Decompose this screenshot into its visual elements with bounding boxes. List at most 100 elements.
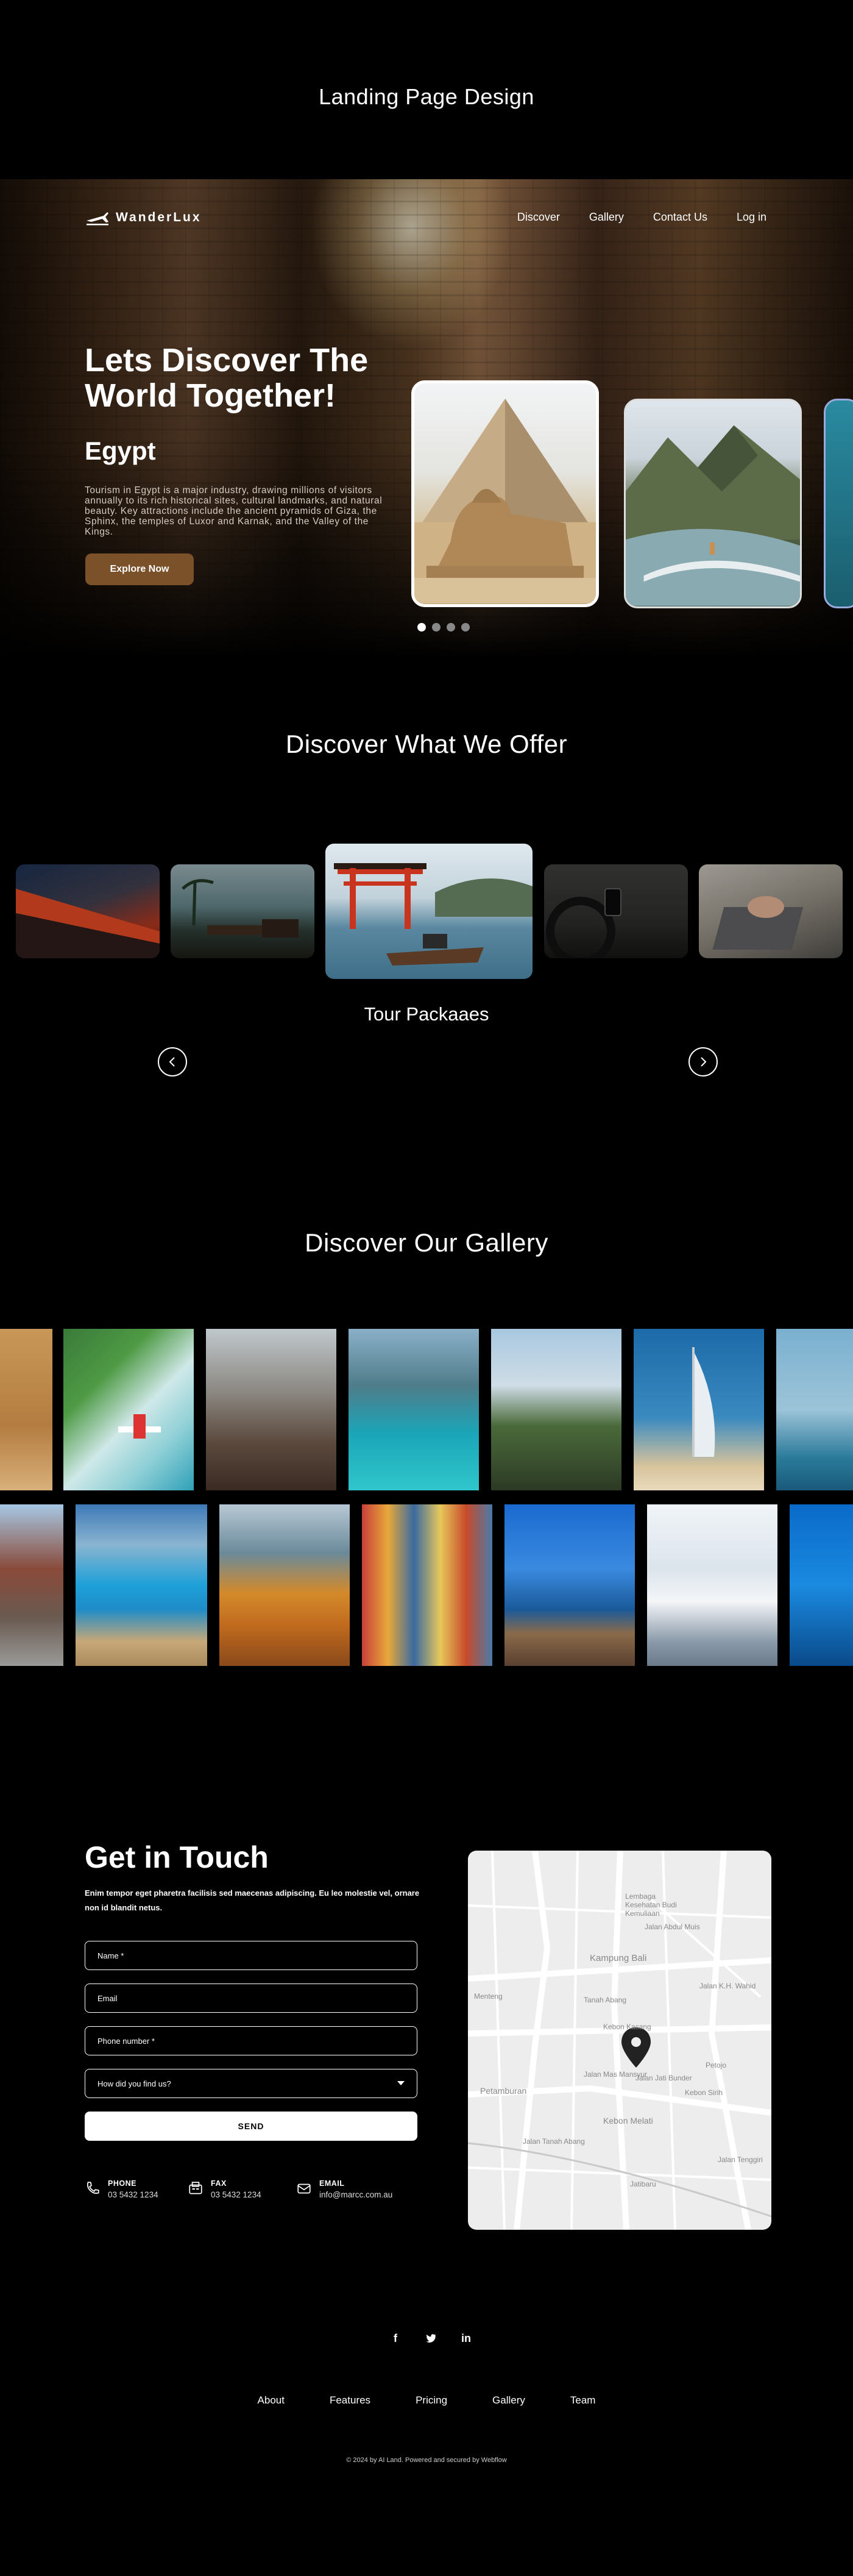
burj-tower-icon [692, 1347, 715, 1457]
footer-link-gallery[interactable]: Gallery [492, 2394, 525, 2407]
map-label: Lembaga Kesehatan Budi Kemuliaan [625, 1892, 677, 1918]
nav-gallery[interactable]: Gallery [589, 211, 624, 224]
footer-nav: About Features Pricing Gallery Team [0, 2394, 853, 2407]
map-roads [468, 1851, 771, 2230]
contact-phone-label: PHONE [108, 2179, 136, 2188]
contact-phone[interactable]: PHONE 03 5432 1234 [85, 2179, 158, 2199]
map-label: Menteng [474, 1992, 503, 2001]
footer-link-team[interactable]: Team [570, 2394, 596, 2407]
footer-link-about[interactable]: About [258, 2394, 285, 2407]
airplane-wing-image [16, 889, 160, 958]
destination-card-partial[interactable] [824, 399, 853, 608]
gallery-image-nyhavn[interactable] [362, 1504, 492, 1666]
plane-logo-icon [87, 212, 108, 226]
nav-contact-us[interactable]: Contact Us [653, 211, 707, 224]
contact-email-label: EMAIL [319, 2179, 345, 2188]
hero-section: WanderLux Discover Gallery Contact Us Lo… [0, 179, 853, 658]
gallery-image-cruise-ship[interactable] [647, 1504, 777, 1666]
map-label: Petamburan [480, 2086, 527, 2096]
gallery-image-seaplane[interactable] [63, 1329, 194, 1490]
destination-card-egypt[interactable] [411, 380, 599, 607]
gallery-image-temple[interactable] [0, 1329, 52, 1490]
map-label: Jalan Jati Bunder [635, 2074, 692, 2082]
map-label: Tanah Abang [584, 1996, 627, 2004]
page-title: Landing Page Design [319, 84, 534, 109]
laptop-hands-image [712, 896, 804, 950]
torii-gate-boat-image [334, 863, 533, 966]
slider-dot[interactable] [432, 623, 441, 632]
gallery-image-forbidden-city[interactable] [0, 1504, 63, 1666]
linkedin-icon[interactable]: in [459, 2331, 473, 2346]
contact-phone-value: 03 5432 1234 [108, 2190, 158, 2199]
nav-discover[interactable]: Discover [517, 211, 560, 224]
gallery-section-title: Discover Our Gallery [305, 1228, 548, 1257]
map-label: Jalan Tanah Abang [523, 2137, 585, 2146]
phone-field-placeholder: Phone number * [97, 2036, 155, 2046]
gallery-image-jump[interactable] [349, 1329, 479, 1490]
brand-logo[interactable]: WanderLux [85, 208, 202, 227]
contact-fax[interactable]: FAX 03 5432 1234 [188, 2179, 261, 2199]
gallery-image-great-wall[interactable] [219, 1504, 350, 1666]
gallery-image-opera-house[interactable] [776, 1329, 853, 1490]
contact-fax-value: 03 5432 1234 [211, 2190, 261, 2199]
contact-email[interactable]: EMAIL info@marcc.com.au [296, 2179, 392, 2199]
map-pin-icon [621, 2027, 651, 2068]
offer-section-title: Discover What We Offer [285, 730, 568, 758]
mail-icon [297, 2183, 311, 2194]
offer-card-tour-packages[interactable] [325, 844, 533, 979]
hero-slider-dots [417, 623, 470, 632]
map-label: Kebon Sirih [685, 2088, 723, 2097]
chevron-left-icon [169, 1057, 175, 1067]
nav-log-in[interactable]: Log in [737, 211, 766, 224]
mountain-lake-image [626, 425, 800, 606]
gallery-image-sea-rock[interactable] [504, 1504, 635, 1666]
map-label: Petojo [706, 2061, 727, 2069]
gallery-image-cliff-path[interactable] [491, 1329, 621, 1490]
phone-field[interactable]: Phone number * [85, 2026, 417, 2055]
location-map[interactable]: Lembaga Kesehatan Budi Kemuliaan Jalan A… [468, 1851, 771, 2230]
destination-card-mountains[interactable] [624, 399, 802, 608]
offer-card-flights[interactable] [16, 864, 160, 958]
copyright-text: © 2024 by AI Land. Powered and secured b… [346, 2457, 507, 2464]
footer-link-features[interactable]: Features [330, 2394, 370, 2407]
slider-dot[interactable] [461, 623, 470, 632]
map-label: Kampung Bali [590, 1953, 647, 1963]
send-button[interactable]: SEND [85, 2112, 417, 2141]
slider-dot[interactable] [417, 623, 426, 632]
gallery-image-burj-al-arab[interactable] [634, 1329, 764, 1490]
name-field[interactable]: Name * [85, 1941, 417, 1970]
source-select-value: How did you find us? [97, 2079, 171, 2088]
email-field[interactable]: Email [85, 1984, 417, 2013]
gallery-image-crater-lake[interactable] [76, 1504, 207, 1666]
offer-next-button[interactable] [688, 1047, 718, 1076]
map-label: Kebon Melati [603, 2116, 653, 2126]
offer-card-resorts[interactable] [171, 864, 314, 958]
map-label: Kebon Kacang [603, 2023, 651, 2031]
hero-headline: Lets Discover The World Together! [85, 342, 369, 414]
name-field-placeholder: Name * [97, 1951, 124, 1960]
email-field-placeholder: Email [97, 1993, 118, 2003]
explore-now-button[interactable]: Explore Now [85, 553, 194, 585]
map-label: Jalan K.H. Wahid [699, 1982, 756, 1990]
main-nav: Discover Gallery Contact Us Log in [517, 211, 766, 224]
twitter-bird-icon [426, 2334, 436, 2343]
contact-fax-label: FAX [211, 2179, 227, 2188]
twitter-icon[interactable] [423, 2331, 438, 2346]
fax-icon [189, 2182, 202, 2194]
offer-prev-button[interactable] [158, 1047, 187, 1076]
beach-resort-image [182, 879, 299, 938]
facebook-icon[interactable]: f [388, 2331, 403, 2346]
caret-down-icon [397, 2081, 405, 2085]
map-label: Jalan Abdul Muis [645, 1923, 700, 1931]
source-select[interactable]: How did you find us? [85, 2069, 417, 2098]
contact-title: Get in Touch [85, 1840, 269, 1874]
slider-dot[interactable] [447, 623, 455, 632]
map-label: Jalan Tenggiri [718, 2155, 763, 2164]
gallery-image-scuba[interactable] [790, 1504, 853, 1666]
offer-card-booking[interactable] [699, 864, 843, 958]
offer-card-car-rental[interactable] [544, 864, 688, 958]
gallery-image-friends[interactable] [206, 1329, 336, 1490]
offer-active-label: Tour Packaaes [364, 1003, 489, 1025]
footer-link-pricing[interactable]: Pricing [416, 2394, 447, 2407]
contact-email-value: info@marcc.com.au [319, 2190, 393, 2199]
